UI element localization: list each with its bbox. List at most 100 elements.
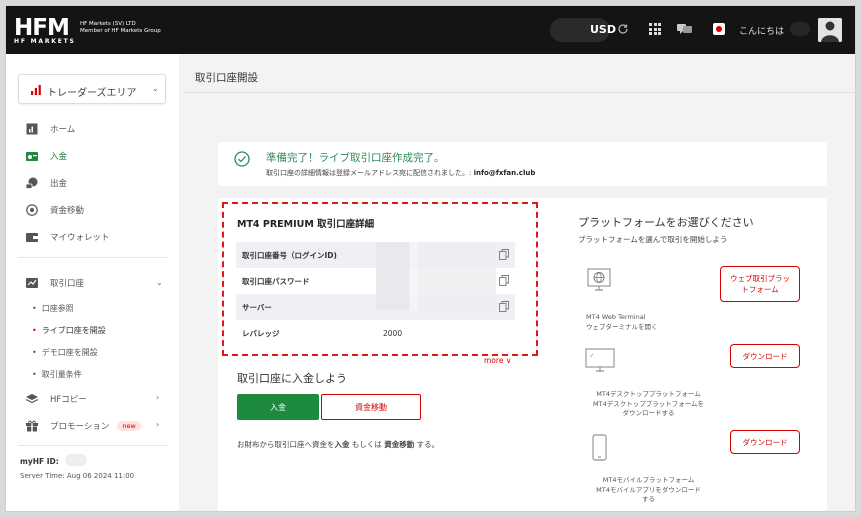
blurred-credentials [376,242,496,310]
sidebar-item-label: マイウォレット [50,233,110,243]
web-platform-desc: MT4 Web Terminal ウェブターミナルを開く [586,313,658,332]
sidebar-divider [18,257,168,258]
user-silhouette-icon [818,18,842,42]
sidebar-item-label: ホーム [50,125,76,135]
sidebar-subitem-open-demo[interactable]: デモ口座を開設 [32,347,98,358]
note-bold-deposit: 入金 [334,440,350,449]
avatar[interactable] [818,18,842,42]
apps-grid-icon[interactable] [649,23,661,35]
logo-group-line: Member of HF Markets Group [80,28,161,34]
layers-icon [25,393,39,405]
sidebar-item-hfcopy[interactable]: HFコピー [25,391,87,407]
dashboard-icon [26,123,38,135]
accounts-chart-icon [26,277,38,289]
copy-icon[interactable] [499,275,509,286]
platform-desc-line: する [642,495,655,503]
sidebar-item-promotion[interactable]: プロモーション new [26,418,141,434]
logo-company-line: HF Markets (SV) LTD [80,21,136,27]
platform-desc-line: ダウンロードする [622,409,675,417]
detail-value: 2000 [383,328,403,338]
sidebar-divider [18,445,168,446]
note-text: もしくは [351,440,382,449]
sidebar-item-withdraw[interactable]: 出金 [25,175,68,191]
username-blurred [790,22,810,36]
sidebar-item-wallet[interactable]: マイウォレット [26,229,110,245]
mobile-download-button[interactable]: ダウンロード [730,430,800,454]
success-message-text: 取引口座の詳細情報は登録メールアドレス宛に配信されました。: [266,169,472,177]
sidebar-item-label: プロモーション [50,422,110,432]
app-frame: HFM HF MARKETS HF Markets (SV) LTD Membe… [5,5,856,512]
mobile-platform-desc: MT4モバイルプラットフォーム MT4モバイルアプリをダウンロード する [586,476,711,505]
deposit-note: お財布から取引口座へ資金を入金 もしくは 資金移動 する。 [237,439,439,450]
title-divider [184,92,855,93]
success-title: 準備完了！ライブ取引口座作成完了。 [266,152,445,164]
myhf-id-blurred [65,454,87,466]
more-label: more [484,356,504,365]
deposit-title: 取引口座に入金しよう [237,372,347,385]
page-title: 取引口座開設 [195,72,258,84]
mobile-icon [592,434,607,461]
sidebar-item-transfer[interactable]: 資金移動 [26,202,84,218]
platform-desc-line: MT4モバイルアプリをダウンロード [596,485,701,494]
platform-desc-line: MT4デスクトッププラットフォーム [596,390,701,398]
currency-selector[interactable]: USD [590,23,616,36]
sidebar-item-label: HFコピー [50,395,87,405]
sidebar-item-label: 出金 [50,179,68,189]
chevron-right-icon[interactable]: › [156,420,159,429]
platform-desc-line: MT4デスクトッププラットフォームを [592,399,705,408]
detail-key: サーバー [242,302,272,312]
account-details-title: MT4 PREMIUM 取引口座詳細 [237,219,375,230]
sidebar-item-label: 入金 [50,152,68,162]
platform-desc-line: MT4モバイルプラットフォーム [602,476,695,484]
hfm-logo[interactable]: HFM HF MARKETS HF Markets (SV) LTD Membe… [14,15,172,47]
web-platform-button[interactable]: ウェブ取引プラットフォーム [720,266,800,302]
gift-icon [26,420,38,432]
traders-area-select[interactable]: トレーダーズエリア ⌄ [18,74,166,104]
transfer-icon [26,204,38,216]
note-text: お財布から取引口座へ資金を [237,440,335,449]
wallet-icon [26,231,38,243]
copy-icon[interactable] [499,249,509,260]
chevron-down-icon[interactable]: ⌄ [156,278,163,287]
transfer-button[interactable]: 資金移動 [321,394,421,420]
refresh-icon[interactable] [617,23,629,35]
success-email: info@fxfan.club [473,169,536,177]
desktop-download-button[interactable]: ダウンロード [730,344,800,368]
chevron-down-icon: ∨ [505,356,512,365]
desktop-platform-desc: MT4デスクトッププラットフォーム MT4デスクトッププラットフォームを ダウン… [586,390,711,419]
traders-area-label: トレーダーズエリア [47,88,137,99]
new-badge: new [117,421,141,431]
sidebar-subitem-volume-conditions[interactable]: 取引量条件 [32,369,82,380]
detail-row-leverage: レバレッジ 2000 [236,320,515,346]
globe-icon [587,268,611,291]
logo-tagline: HF MARKETS [14,38,76,45]
sidebar-item-accounts[interactable]: 取引口座 [26,275,84,291]
chat-icon[interactable] [677,23,693,35]
platform-subtitle: プラットフォームを選んで取引を開始しよう [578,235,728,244]
server-time: Server Time: Aug 06 2024 11:00 [20,472,135,480]
platform-desc-line[interactable]: ウェブターミナルを開く [586,323,658,333]
note-text: する。 [416,440,440,449]
chevron-right-icon[interactable]: › [156,393,159,402]
japan-flag-icon[interactable] [713,23,725,35]
top-header: HFM HF MARKETS HF Markets (SV) LTD Membe… [6,6,855,54]
sidebar-item-label: 資金移動 [50,206,85,216]
detail-key: 取引口座パスワード [242,276,310,286]
detail-key: 取引口座番号（ログインID) [242,250,337,260]
more-link[interactable]: more ∨ [484,356,511,365]
sidebar-item-label: 取引口座 [50,279,85,289]
success-message: 取引口座の詳細情報は登録メールアドレス宛に配信されました。: info@fxfa… [266,168,535,178]
desktop-icon [585,348,615,372]
deposit-button[interactable]: 入金 [237,394,319,420]
copy-icon[interactable] [499,301,509,312]
sidebar-subitem-open-live[interactable]: ライブ口座を開設 [32,325,106,336]
check-circle-icon [234,151,250,167]
chevron-down-icon: ⌄ [152,84,159,93]
success-card: 準備完了！ライブ取引口座作成完了。 取引口座の詳細情報は登録メールアドレス宛に配… [218,142,827,186]
sidebar-item-home[interactable]: ホーム [26,121,75,137]
bar-chart-icon [31,85,41,95]
sidebar-item-deposit[interactable]: 入金 [26,148,67,164]
myhf-id-label: myHF ID: [20,457,59,466]
detail-key: レバレッジ [242,328,280,338]
sidebar-subitem-view-accounts[interactable]: 口座参照 [32,303,74,314]
